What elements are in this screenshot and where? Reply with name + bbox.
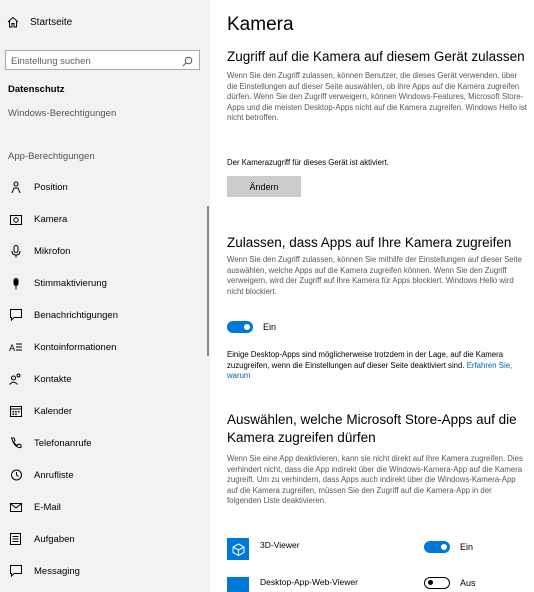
sidebar-item-label: Mikrofon (34, 245, 71, 257)
section-app-permissions: App-Berechtigungen (8, 151, 95, 162)
home-icon (6, 15, 20, 29)
microphone-icon (9, 244, 22, 258)
app-row-desktop-app-web-viewer: Desktop-App-Web-Viewer Aus (227, 577, 527, 592)
change-button[interactable]: Ändern (227, 176, 301, 197)
history-icon (9, 469, 22, 482)
app-name: Desktop-App-Web-Viewer (260, 577, 358, 587)
sidebar-item-kamera[interactable]: Kamera (0, 203, 210, 235)
toggle-switch-off[interactable] (424, 577, 450, 589)
sidebar-item-messaging[interactable]: Messaging (0, 555, 210, 587)
sidebar-item-label: Benachrichtigungen (34, 309, 118, 321)
search-box[interactable] (5, 50, 200, 71)
sidebar-nav: Position Kamera Mikrofon Stimmaktivierun… (0, 171, 210, 587)
sidebar-item-label: Stimmaktivierung (34, 277, 107, 289)
sidebar-item-label: Kalender (34, 405, 73, 417)
toggle-switch-on[interactable] (227, 321, 253, 333)
sidebar-item-kontakte[interactable]: Kontakte (0, 363, 210, 395)
sidebar: Startseite Datenschutz Windows-Berechtig… (0, 0, 210, 592)
svg-text:A: A (9, 344, 16, 352)
section2-text: Wenn Sie den Zugriff zulassen, können Si… (227, 255, 522, 296)
sidebar-item-aufgaben[interactable]: Aufgaben (0, 523, 210, 555)
sidebar-item-label: E-Mail (34, 501, 61, 513)
section3-heading: Auswählen, welche Microsoft Store-Apps a… (227, 412, 517, 445)
sidebar-item-email[interactable]: E-Mail (0, 491, 210, 523)
mail-icon (9, 501, 22, 514)
sidebar-item-stimmaktivierung[interactable]: Stimmaktivierung (0, 267, 210, 299)
sidebar-item-kontoinformationen[interactable]: A Kontoinformationen (0, 331, 210, 363)
desktop-note-text: Einige Desktop-Apps sind möglicherweise … (227, 350, 504, 370)
page-title: Kamera (227, 14, 294, 35)
sidebar-item-kalender[interactable]: Kalender (0, 395, 210, 427)
sidebar-item-benachrichtigungen[interactable]: Benachrichtigungen (0, 299, 210, 331)
home-link[interactable]: Startseite (6, 12, 72, 32)
app-access-toggle[interactable]: Ein (227, 321, 276, 333)
sidebar-item-label: Kontoinformationen (34, 341, 117, 353)
sidebar-item-label: Position (34, 181, 68, 193)
toggle-switch-on[interactable] (424, 541, 450, 553)
cube-icon (227, 538, 249, 560)
camera-icon (9, 213, 22, 226)
sidebar-scrollbar[interactable] (207, 206, 209, 356)
phone-icon (9, 437, 22, 450)
section1-text: Wenn Sie den Zugriff zulassen, können Be… (227, 71, 527, 122)
sidebar-item-label: Messaging (34, 565, 80, 577)
search-icon[interactable] (182, 54, 194, 67)
app-toggle-desktop-app-web-viewer[interactable]: Aus (424, 577, 476, 589)
person-location-icon (9, 181, 22, 194)
sidebar-item-label: Telefonanrufe (34, 437, 92, 449)
section1-heading: Zugriff auf die Kamera auf diesem Gerät … (227, 49, 525, 64)
sidebar-item-mikrofon[interactable]: Mikrofon (0, 235, 210, 267)
toggle-label: Ein (460, 542, 474, 552)
messaging-icon (9, 565, 22, 578)
home-label: Startseite (30, 16, 73, 28)
sidebar-item-anrufliste[interactable]: Anrufliste (0, 459, 210, 491)
app-row-3d-viewer: 3D-Viewer Ein (227, 538, 527, 562)
app-tile-icon (227, 577, 249, 592)
camera-status-text: Der Kamerazugriff für dieses Gerät ist a… (227, 158, 389, 167)
voice-icon (9, 277, 22, 290)
sidebar-item-label: Kamera (34, 213, 68, 225)
sidebar-item-label: Kontakte (34, 373, 72, 385)
app-name: 3D-Viewer (260, 540, 300, 550)
sidebar-item-label: Anrufliste (34, 469, 74, 481)
calendar-icon (9, 405, 22, 418)
sidebar-item-label: Aufgaben (34, 533, 75, 545)
sidebar-item-telefonanrufe[interactable]: Telefonanrufe (0, 427, 210, 459)
contacts-icon (9, 373, 22, 386)
section-windows-permissions: Windows-Berechtigungen (8, 108, 117, 119)
section2-heading: Zulassen, dass Apps auf Ihre Kamera zugr… (227, 235, 512, 250)
toggle-label: Ein (263, 322, 277, 332)
search-input[interactable] (6, 52, 176, 71)
sidebar-item-position[interactable]: Position (0, 171, 210, 203)
section3-text: Wenn Sie eine App deaktivieren, kann sie… (227, 454, 523, 505)
notification-icon (9, 309, 22, 322)
desktop-apps-note: Einige Desktop-Apps sind möglicherweise … (227, 350, 527, 382)
tasks-icon (9, 533, 22, 546)
account-info-icon: A (9, 341, 22, 354)
toggle-label: Aus (460, 578, 476, 588)
app-toggle-3d-viewer[interactable]: Ein (424, 541, 473, 553)
section-privacy: Datenschutz (8, 84, 65, 95)
